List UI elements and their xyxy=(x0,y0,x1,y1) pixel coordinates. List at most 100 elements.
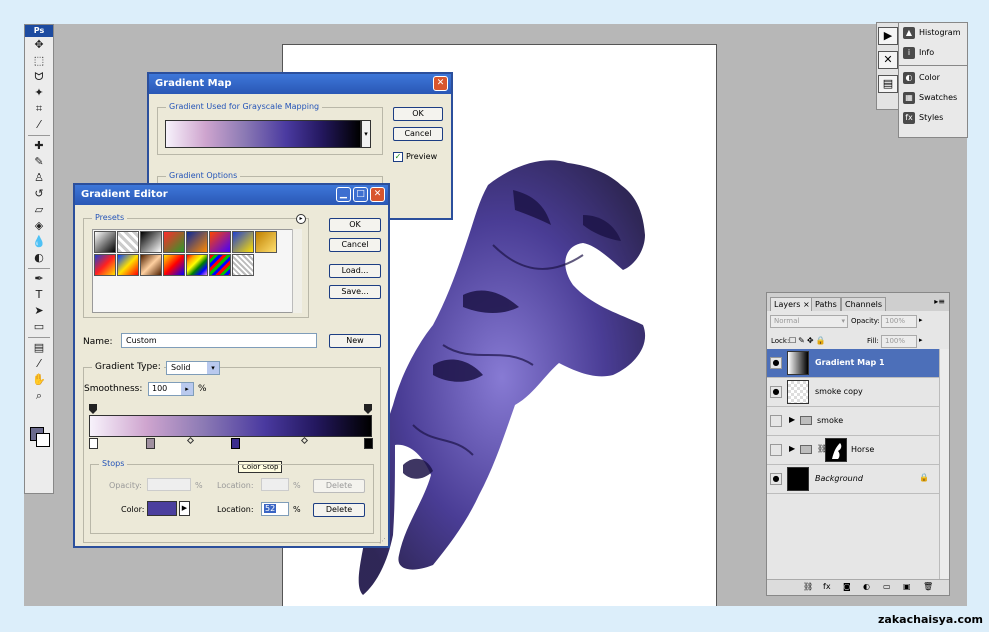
close-icon[interactable]: × xyxy=(803,300,810,309)
new-layer-icon[interactable]: ▣ xyxy=(903,582,911,591)
gradient-editor-titlebar[interactable]: Gradient Editor ▁ □ ✕ xyxy=(75,185,388,205)
mask-thumbnail[interactable] xyxy=(825,438,847,462)
layer-row[interactable]: ● Background 🔒 xyxy=(767,465,939,494)
eye-icon[interactable]: ● xyxy=(770,357,782,369)
preset-swatch[interactable] xyxy=(232,254,254,276)
blur-icon[interactable]: 💧 xyxy=(25,234,53,250)
smoothness-input[interactable]: 100 ▸ xyxy=(148,382,194,396)
stop-delete-button[interactable]: Delete xyxy=(313,503,365,517)
fx-icon[interactable]: fx xyxy=(823,582,831,591)
preset-swatch[interactable] xyxy=(117,231,139,253)
preview-checkbox[interactable]: ✓ xyxy=(393,152,403,162)
lasso-icon[interactable]: ᗢ xyxy=(25,69,53,85)
hand-icon[interactable]: ✋ xyxy=(25,372,53,388)
gradient-type-select[interactable]: Solid ▾ xyxy=(166,361,220,375)
blend-mode-select[interactable]: Normal ▾ xyxy=(770,315,848,328)
maximize-icon[interactable]: □ xyxy=(353,187,368,202)
editor-cancel-button[interactable]: Cancel xyxy=(329,238,381,252)
palette-item[interactable]: ▦ Swatches xyxy=(899,88,967,108)
eyedropper-icon[interactable]: ⁄ xyxy=(25,356,53,372)
preset-swatch[interactable] xyxy=(163,231,185,253)
minimize-icon[interactable]: ▁ xyxy=(336,187,351,202)
gradient-bar[interactable] xyxy=(89,415,372,437)
preset-swatch[interactable] xyxy=(117,254,139,276)
palette-item[interactable]: ▲ Histogram xyxy=(899,23,967,43)
color-stop-black[interactable] xyxy=(364,438,373,449)
preset-swatch[interactable] xyxy=(94,254,116,276)
color-stop-white[interactable] xyxy=(89,438,98,449)
folder-icon[interactable]: ▭ xyxy=(883,582,891,591)
preset-swatch[interactable] xyxy=(209,254,231,276)
layer-row[interactable]: ▶ smoke xyxy=(767,407,939,436)
lock-icons[interactable]: ☐✎✥🔒 xyxy=(789,336,828,345)
preset-swatch[interactable] xyxy=(209,231,231,253)
layer-opacity-input[interactable]: 100% xyxy=(881,315,917,328)
panel-menu-icon[interactable]: ▸≡ xyxy=(934,297,945,306)
healing-brush-icon[interactable]: ✚ xyxy=(25,138,53,154)
layer-row[interactable]: ● smoke copy xyxy=(767,378,939,407)
link-icon[interactable]: ⛓ xyxy=(803,582,813,591)
layer-comps-icon[interactable]: ▤ xyxy=(878,75,898,93)
expand-triangle-icon[interactable]: ▶ xyxy=(789,415,795,424)
magic-wand-icon[interactable]: ✦ xyxy=(25,85,53,101)
gradient-map-titlebar[interactable]: Gradient Map ✕ xyxy=(149,74,451,94)
palette-item[interactable]: i Info xyxy=(899,43,967,63)
presets-scrollbar[interactable] xyxy=(292,229,302,313)
layers-scrollbar[interactable] xyxy=(939,349,949,579)
color-stop-2[interactable] xyxy=(146,438,155,449)
preset-swatch[interactable] xyxy=(186,254,208,276)
shape-icon[interactable]: ▭ xyxy=(25,319,53,335)
dodge-icon[interactable]: ◐ xyxy=(25,250,53,266)
zoom-icon[interactable]: ⌕ xyxy=(25,388,53,404)
tab-layers[interactable]: Layers × xyxy=(770,297,814,311)
resize-grip-icon[interactable]: ⋰ xyxy=(379,537,387,545)
tool-presets-icon[interactable]: ✕ xyxy=(878,51,898,69)
presets-menu-icon[interactable]: ▸ xyxy=(296,214,306,224)
expand-triangle-icon[interactable]: ▶ xyxy=(789,444,795,453)
fill-arrow-icon[interactable]: ▸ xyxy=(919,336,923,344)
marquee-icon[interactable]: ⬚ xyxy=(25,53,53,69)
stop-color-swatch[interactable] xyxy=(147,501,177,516)
layer-row[interactable]: ● Gradient Map 1 xyxy=(767,349,939,378)
close-icon[interactable]: ✕ xyxy=(433,76,448,91)
preset-swatch[interactable] xyxy=(163,254,185,276)
trash-icon[interactable]: 🗑 xyxy=(923,582,933,591)
eye-icon[interactable]: ● xyxy=(770,473,782,485)
opacity-stop-right[interactable] xyxy=(364,404,372,414)
paint-bucket-icon[interactable]: ◈ xyxy=(25,218,53,234)
path-select-icon[interactable]: ➤ xyxy=(25,303,53,319)
name-input[interactable]: Custom xyxy=(121,333,317,348)
midpoint-diamond-2[interactable] xyxy=(300,436,309,445)
midpoint-diamond-1[interactable] xyxy=(186,436,195,445)
background-color-swatch[interactable] xyxy=(36,433,50,447)
pen-icon[interactable]: ✒ xyxy=(25,271,53,287)
type-icon[interactable]: T xyxy=(25,287,53,303)
gradient-map-ok-button[interactable]: OK xyxy=(393,107,443,121)
mask-icon[interactable]: ◙ xyxy=(843,582,851,591)
clone-stamp-icon[interactable]: ♙ xyxy=(25,170,53,186)
new-button[interactable]: New xyxy=(329,334,381,348)
preset-swatch[interactable] xyxy=(140,231,162,253)
opacity-stop-left[interactable] xyxy=(89,404,97,414)
history-brush-icon[interactable]: ↺ xyxy=(25,186,53,202)
stop-color-menu-icon[interactable]: ▶ xyxy=(179,501,190,516)
editor-ok-button[interactable]: OK xyxy=(329,218,381,232)
close-icon[interactable]: ✕ xyxy=(370,187,385,202)
save-button[interactable]: Save... xyxy=(329,285,381,299)
tab-paths[interactable]: Paths xyxy=(811,297,841,311)
color-stop-selected[interactable] xyxy=(231,438,240,449)
preset-swatch[interactable] xyxy=(94,231,116,253)
palette-item[interactable]: fx Styles xyxy=(899,108,967,128)
gradient-preview[interactable] xyxy=(165,120,361,148)
crop-icon[interactable]: ⌗ xyxy=(25,101,53,117)
gradient-dropdown-button[interactable]: ▾ xyxy=(361,120,371,148)
opacity-arrow-icon[interactable]: ▸ xyxy=(919,316,923,324)
preset-swatch[interactable] xyxy=(255,231,277,253)
tab-channels[interactable]: Channels xyxy=(841,297,887,311)
visibility-toggle[interactable] xyxy=(770,415,782,427)
notes-icon[interactable]: ▤ xyxy=(25,340,53,356)
eraser-icon[interactable]: ▱ xyxy=(25,202,53,218)
preset-swatch[interactable] xyxy=(140,254,162,276)
adjustment-icon[interactable]: ◐ xyxy=(863,582,870,591)
layer-row[interactable]: ▶ ⛓ Horse xyxy=(767,436,939,465)
